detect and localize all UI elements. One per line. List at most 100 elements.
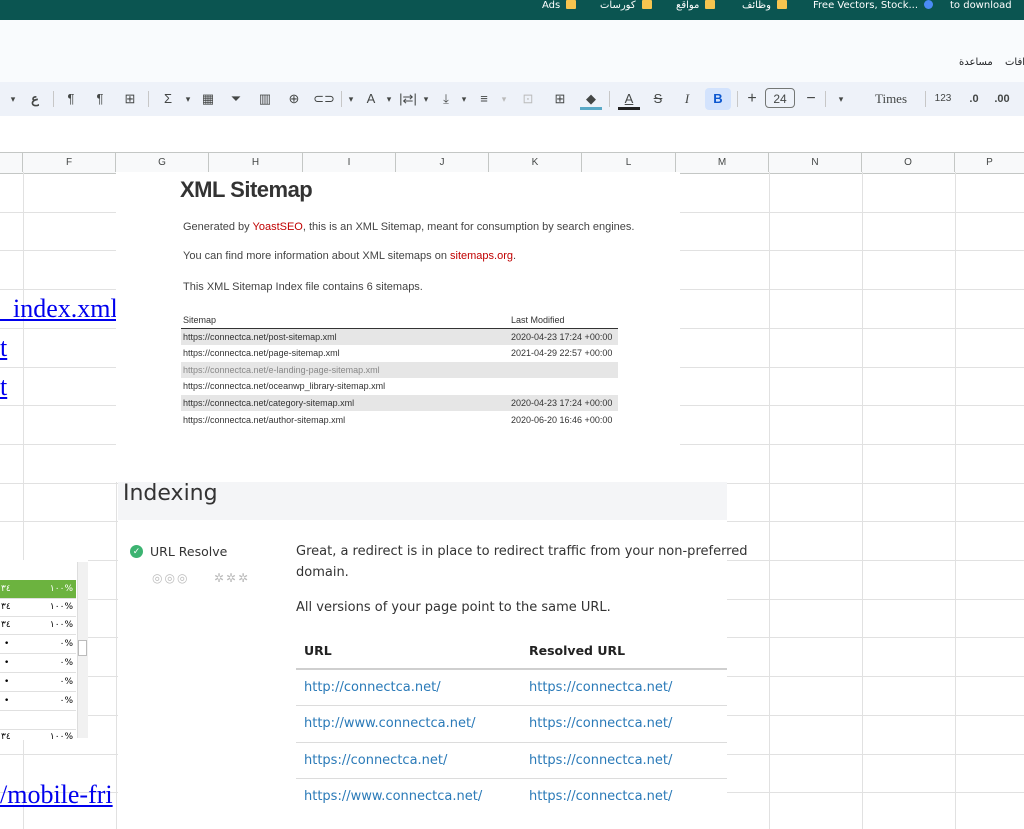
chart-icon[interactable]: ▥: [255, 88, 275, 110]
bookmark-sites[interactable]: مواقع: [676, 0, 716, 14]
cell-link[interactable]: t: [0, 372, 7, 402]
text-span: .: [513, 250, 517, 262]
sitemap-row: https://connectca.net/oceanwp_library-si…: [181, 378, 618, 394]
text-span: Generated by: [183, 221, 253, 233]
chevron-down-icon[interactable]: ▾: [498, 88, 510, 110]
mini-cell: ٠%: [59, 658, 73, 668]
bookmark-jobs[interactable]: وظائف: [742, 0, 787, 14]
sitemap-title: XML Sitemap: [180, 177, 313, 202]
column-header[interactable]: I: [303, 153, 396, 172]
bookmark-courses[interactable]: كورسات: [600, 0, 652, 14]
grid-line: [955, 172, 956, 829]
number-format-button[interactable]: 123: [930, 88, 956, 110]
decrease-font-size-button[interactable]: −: [802, 88, 820, 110]
mini-cell: •: [4, 677, 10, 687]
fill-color-icon[interactable]: ◆: [580, 88, 602, 110]
mini-row: • ٠%: [0, 635, 76, 654]
sitemap-url: https://connectca.net/e-landing-page-sit…: [183, 365, 380, 375]
column-header[interactable]: P: [955, 153, 1024, 172]
increase-decimal-button[interactable]: .0: [962, 88, 986, 110]
col-resolved-url: Resolved URL: [529, 643, 626, 658]
horizontal-align-icon[interactable]: ≡: [474, 88, 494, 110]
filter-icon[interactable]: ⏷: [226, 88, 246, 110]
toolbar-divider: [825, 91, 826, 107]
column-header[interactable]: G: [116, 153, 209, 172]
mini-scroll-thumb[interactable]: [78, 640, 87, 656]
chevron-down-icon[interactable]: ▾: [420, 88, 432, 110]
column-header[interactable]: N: [769, 153, 862, 172]
functions-button[interactable]: Σ: [158, 88, 178, 110]
column-header[interactable]: M: [676, 153, 769, 172]
merge-cells-icon[interactable]: ⊡: [518, 88, 538, 110]
menu-help[interactable]: مساعدة: [959, 57, 993, 68]
column-header[interactable]: K: [489, 153, 582, 172]
italic-button[interactable]: I: [677, 88, 697, 110]
cell-link[interactable]: /mobile-fri: [0, 780, 113, 810]
menu-extensions[interactable]: افات: [1005, 57, 1024, 68]
text-color-icon[interactable]: A: [618, 88, 640, 110]
table-resolved-url: https://connectca.net/: [529, 789, 673, 804]
column-header[interactable]: L: [582, 153, 676, 172]
chevron-down-icon[interactable]: ▾: [383, 88, 395, 110]
mini-cell: ١٠٠%: [49, 732, 73, 742]
mini-cell: ٣٤: [1, 602, 11, 612]
strikethrough-icon[interactable]: S: [648, 88, 668, 110]
font-size-input[interactable]: 24: [765, 88, 795, 108]
chevron-down-icon[interactable]: ▾: [182, 88, 194, 110]
table-url: https://www.connectca.net/: [304, 789, 483, 804]
indexing-title: Indexing: [123, 481, 218, 506]
ltr-paragraph-icon[interactable]: ¶: [90, 88, 110, 110]
mini-cell: ١٠٠%: [49, 620, 73, 630]
bookmark-label: to download: [950, 0, 1012, 11]
column-header[interactable]: J: [396, 153, 489, 172]
bold-button[interactable]: B: [705, 88, 731, 110]
gear-icons: ✲✲✲: [214, 571, 251, 585]
mini-cell: ٠%: [59, 696, 73, 706]
sitemap-row: https://connectca.net/post-sitemap.xml 20…: [181, 329, 618, 345]
sitemap-row: https://connectca.net/category-sitemap.x…: [181, 395, 618, 411]
link-icon[interactable]: ⊂⊃: [313, 88, 335, 110]
mini-cell: ٣٤: [1, 584, 11, 594]
sitemap-date: 2020-06-20 16:46 +00:00: [511, 415, 613, 425]
chevron-down-icon[interactable]: ▾: [345, 88, 357, 110]
insert-chart-icon[interactable]: ▦: [198, 88, 218, 110]
vertical-align-icon[interactable]: ⤓: [436, 88, 456, 110]
column-header[interactable]: F: [23, 153, 116, 172]
sitemap-row: https://connectca.net/author-sitemap.xml…: [181, 412, 618, 428]
bookmark-free-vectors[interactable]: Free Vectors, Stock...: [813, 0, 934, 14]
chevron-down-icon[interactable]: ▾: [834, 88, 848, 110]
grid-line: [769, 172, 770, 829]
decrease-decimal-button[interactable]: .00: [991, 88, 1013, 110]
globe-icon: [924, 0, 934, 9]
table-resolved-url: https://connectca.net/: [529, 753, 673, 768]
font-family-select[interactable]: Times: [862, 88, 920, 110]
borders-icon[interactable]: ⊞: [550, 88, 570, 110]
mini-cell: ١٠٠%: [49, 602, 73, 612]
column-header-E[interactable]: [0, 153, 23, 172]
column-header[interactable]: O: [862, 153, 955, 172]
chevron-down-icon[interactable]: ▾: [6, 88, 20, 110]
sitemap-date: 2021-04-29 22:57 +00:00: [511, 348, 613, 358]
col-last-modified: Last Modified: [511, 315, 565, 325]
text-wrap-icon[interactable]: |⇄|: [398, 88, 418, 110]
bookmark-download[interactable]: to download: [950, 0, 1012, 14]
toolbar-divider: [925, 91, 926, 107]
toolbar-divider: [148, 91, 149, 107]
sitemap-url: https://connectca.net/page-sitemap.xml: [183, 348, 340, 358]
text-rotation-icon[interactable]: A: [361, 88, 381, 110]
toolbar-divider: [53, 91, 54, 107]
bookmark-label: كورسات: [600, 0, 636, 11]
column-header[interactable]: H: [209, 153, 303, 172]
table-icon[interactable]: ⊞: [120, 88, 140, 110]
bookmark-ads[interactable]: Ads: [542, 0, 577, 14]
cell-link[interactable]: _index.xml: [0, 294, 118, 324]
comment-icon[interactable]: ⊕: [284, 88, 304, 110]
rtl-paragraph-icon[interactable]: ¶: [61, 88, 81, 110]
increase-font-size-button[interactable]: +: [743, 88, 761, 110]
text-direction-icon[interactable]: ع: [26, 88, 44, 110]
sitemap-index-text: This XML Sitemap Index file contains 6 s…: [183, 281, 423, 293]
sitemap-row: https://connectca.net/e-landing-page-sit…: [181, 362, 618, 378]
chevron-down-icon[interactable]: ▾: [458, 88, 470, 110]
toolbar-divider: [341, 91, 342, 107]
cell-link[interactable]: t: [0, 333, 7, 363]
